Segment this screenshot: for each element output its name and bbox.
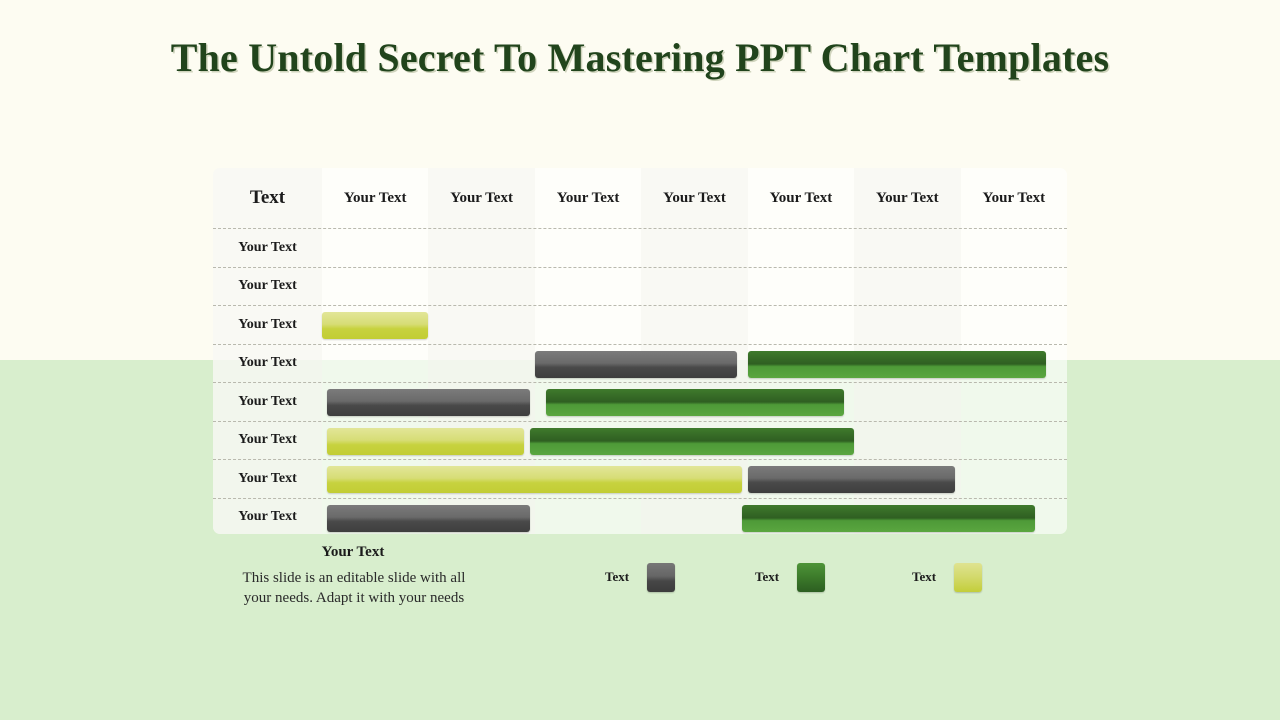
table-row[interactable]: Your Text xyxy=(213,497,1067,535)
table-row[interactable]: Your Text xyxy=(213,420,1067,460)
bar-yellow[interactable] xyxy=(322,312,429,339)
table-row[interactable]: Your Text xyxy=(213,228,1067,267)
chart-header-row: Text Your Text Your Text Your Text Your Text… xyxy=(213,168,1067,228)
chart-panel: Text Your Text Your Text Your Text Your Text… xyxy=(213,168,1067,534)
table-row[interactable]: Your Text xyxy=(213,305,1067,344)
caption-title: Your Text xyxy=(321,544,385,560)
table-row[interactable]: Your Text xyxy=(213,266,1067,306)
bar-gray[interactable] xyxy=(327,389,530,416)
row-label: Your Text xyxy=(238,470,297,486)
gray-swatch xyxy=(647,562,676,592)
bar-green[interactable] xyxy=(742,504,1036,532)
bar-yellow[interactable] xyxy=(327,427,525,455)
legend-item[interactable]: Text xyxy=(755,562,826,592)
bar-green[interactable] xyxy=(529,427,855,455)
green-swatch xyxy=(797,562,826,592)
column-header[interactable]: Your Text xyxy=(854,168,960,228)
row-label: Your Text xyxy=(238,355,297,371)
table-row[interactable]: Your Text xyxy=(213,382,1067,421)
page-title: The Untold Secret To Mastering PPT Chart… xyxy=(170,35,1110,80)
bar-gray[interactable] xyxy=(534,350,738,378)
legend-label: Text xyxy=(605,569,630,584)
legend-label: Text xyxy=(755,569,780,584)
legend-item[interactable]: Text xyxy=(605,562,676,592)
row-label: Your Text xyxy=(238,509,297,525)
bar-gray[interactable] xyxy=(747,466,956,493)
row-label: Your Text xyxy=(238,316,297,332)
column-header[interactable]: Your Text xyxy=(428,168,534,228)
row-label: Your Text xyxy=(238,393,297,409)
row-label: Your Text xyxy=(238,278,297,294)
legend-label: Text xyxy=(912,569,937,584)
table-row[interactable]: Your Text xyxy=(213,459,1067,498)
column-header-primary[interactable]: Text xyxy=(213,168,322,228)
table-row[interactable]: Your Text xyxy=(213,343,1067,383)
bar-gray[interactable] xyxy=(327,504,530,532)
bar-yellow[interactable] xyxy=(327,466,743,493)
column-header[interactable]: Your Text xyxy=(961,168,1067,228)
bar-green[interactable] xyxy=(747,350,1046,378)
column-header[interactable]: Your Text xyxy=(641,168,747,228)
column-header[interactable]: Your Text xyxy=(322,168,428,228)
row-label: Your Text xyxy=(238,239,297,255)
bar-green[interactable] xyxy=(545,389,844,416)
caption-body: This slide is an editable slide with all… xyxy=(242,570,466,606)
legend-item[interactable]: Text xyxy=(912,562,983,592)
column-header[interactable]: Your Text xyxy=(535,168,641,228)
column-header[interactable]: Your Text xyxy=(748,168,854,228)
yellow-swatch xyxy=(954,562,983,592)
row-label: Your Text xyxy=(238,432,297,448)
